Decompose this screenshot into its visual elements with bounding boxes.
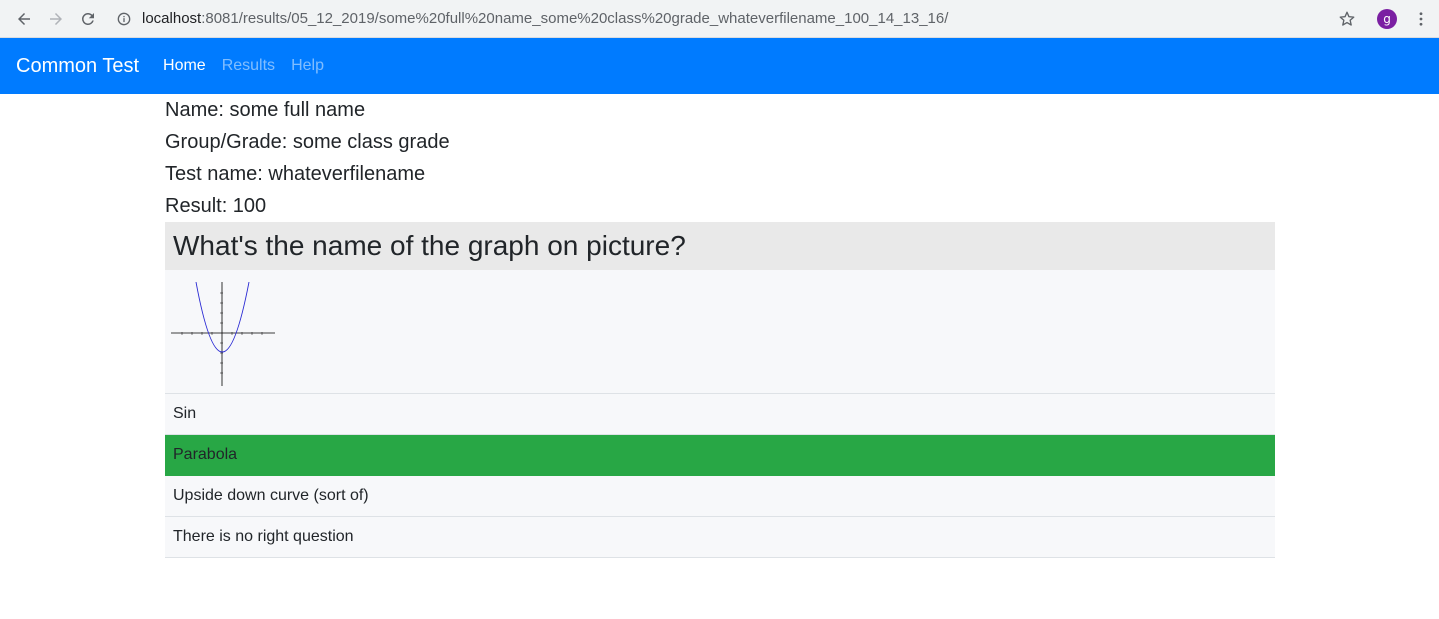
reload-button[interactable] bbox=[74, 5, 102, 33]
answer-option-correct[interactable]: Parabola bbox=[165, 435, 1275, 476]
nav-link-help[interactable]: Help bbox=[291, 57, 324, 75]
arrow-right-icon bbox=[50, 12, 62, 25]
forward-button[interactable] bbox=[42, 5, 70, 33]
parabola-graph-icon bbox=[171, 281, 275, 386]
app-navbar: Common Test Home Results Help bbox=[0, 38, 1439, 94]
nav-link-home[interactable]: Home bbox=[163, 57, 206, 75]
test-result: Result: 100 bbox=[165, 195, 267, 217]
arrow-left-icon bbox=[18, 12, 30, 25]
bookmark-star-icon[interactable] bbox=[1337, 9, 1357, 29]
brand-link[interactable]: Common Test bbox=[16, 55, 139, 78]
address-bar[interactable]: localhost:8081/results/05_12_2019/some%2… bbox=[116, 10, 948, 27]
answer-option[interactable]: Upside down curve (sort of) bbox=[165, 476, 1275, 517]
nav-link-results[interactable]: Results bbox=[222, 57, 275, 75]
url-path: :8081/results/05_12_2019/some%20full%20n… bbox=[201, 10, 949, 27]
browser-toolbar: localhost:8081/results/05_12_2019/some%2… bbox=[0, 0, 1439, 38]
result-container: Name: some full name Group/Grade: some c… bbox=[165, 94, 1275, 558]
question-title: What's the name of the graph on picture? bbox=[165, 222, 1275, 270]
url-host: localhost bbox=[142, 10, 202, 27]
menu-kebab-icon[interactable] bbox=[1413, 9, 1429, 29]
student-group: Group/Grade: some class grade bbox=[165, 131, 450, 153]
student-name: Name: some full name bbox=[165, 99, 366, 121]
info-icon[interactable] bbox=[116, 11, 132, 27]
test-name: Test name: whateverfilename bbox=[165, 163, 426, 185]
answer-option[interactable]: Sin bbox=[165, 394, 1275, 435]
profile-avatar[interactable]: g bbox=[1377, 9, 1397, 29]
answer-option[interactable]: There is no right question bbox=[165, 517, 1275, 558]
reload-icon bbox=[81, 12, 94, 25]
back-button[interactable] bbox=[10, 5, 38, 33]
question-picture bbox=[165, 270, 1275, 394]
